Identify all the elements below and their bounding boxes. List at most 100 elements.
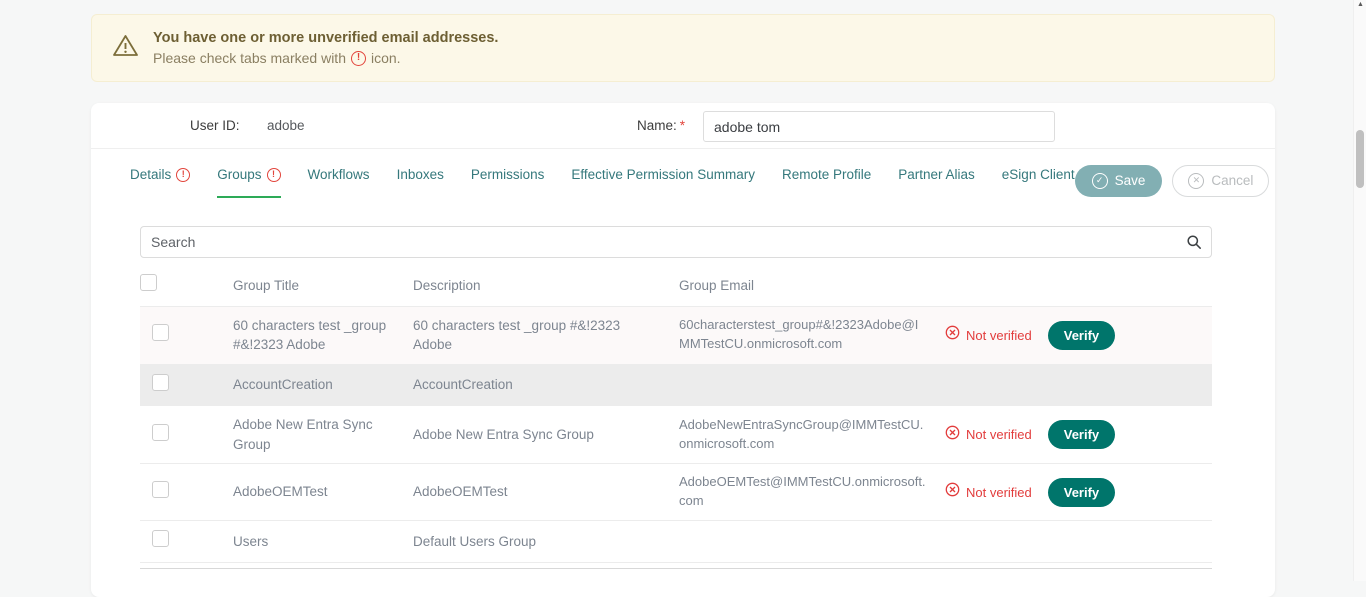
tab-label: Inboxes [397,167,444,182]
search-input[interactable] [140,226,1212,258]
warning-triangle-icon [112,33,139,63]
verify-button[interactable]: Verify [1048,321,1115,350]
required-asterisk: * [680,118,685,133]
tab-label: Permissions [471,167,545,182]
group-email-cell: AdobeOEMTest@IMMTestCU.onmicrosoft.com [679,464,945,520]
groups-table: Group Title Description Group Email 60 c… [140,265,1212,569]
save-button[interactable]: ✓ Save [1075,165,1163,197]
action-buttons: ✓ Save ✕ Cancel [1075,165,1270,197]
unverified-email-banner: You have one or more unverified email ad… [91,14,1275,82]
group-email-cell [679,532,945,550]
tab-label: eSign Client [1002,167,1075,182]
not-verified-icon [945,482,960,502]
save-button-label: Save [1115,173,1146,188]
search-icon[interactable] [1186,234,1202,250]
groups-tab-content: Group Title Description Group Email 60 c… [91,226,1275,569]
description-cell: AdobeOEMTest [413,473,679,511]
alert-icon: ! [267,168,281,182]
checkbox-cell [140,521,233,562]
banner-subtitle-suffix: icon. [371,50,401,66]
verify-button[interactable]: Verify [1048,420,1115,449]
description-cell: AccountCreation [413,366,679,404]
description-cell: Adobe New Entra Sync Group [413,416,679,454]
group-title-cell: AccountCreation [233,366,413,404]
tab-partner-alias[interactable]: Partner Alias [898,163,975,198]
tab-remote-profile[interactable]: Remote Profile [782,163,871,198]
row-checkbox[interactable] [152,424,169,441]
status-badge: Not verified [966,485,1032,500]
user-detail-card: User ID: adobe Name:* Details ! Groups !… [91,103,1275,597]
table-header-row: Group Title Description Group Email [140,265,1212,307]
tab-details[interactable]: Details ! [130,163,190,198]
close-icon: ✕ [1188,173,1204,189]
alert-icon: ! [351,51,366,66]
status-badge: Not verified [966,427,1032,442]
group-email-cell [679,376,945,394]
table-row: Users Default Users Group [140,521,1212,563]
table-row: AccountCreation AccountCreation [140,365,1212,407]
scrollbar-track[interactable]: ▲ [1353,0,1366,581]
banner-subtitle-prefix: Please check tabs marked with [153,50,346,66]
not-verified-icon [945,325,960,345]
tab-label: Groups [217,167,261,182]
group-email-cell: 60characterstest_group#&!2323Adobe@IMMTe… [679,307,945,363]
user-header: User ID: adobe Name:* [91,103,1275,149]
group-title-cell: Users [233,523,413,561]
alert-icon: ! [176,168,190,182]
name-label: Name:* [637,118,685,133]
tab-permissions[interactable]: Permissions [471,163,545,198]
check-icon: ✓ [1092,173,1108,189]
tab-groups[interactable]: Groups ! [217,163,280,198]
scrollbar-up-arrow[interactable]: ▲ [1357,1,1364,8]
tab-bar: Details ! Groups ! Workflows Inboxes Per… [91,149,1275,198]
verification-cell: Not verified Verify [945,413,1212,456]
tab-label: Workflows [308,167,370,182]
tab-label: Effective Permission Summary [571,167,755,182]
user-id-value: adobe [267,118,305,133]
cancel-button-label: Cancel [1211,173,1253,188]
tab-workflows[interactable]: Workflows [308,163,370,198]
column-header-actions [945,276,1212,294]
name-input[interactable] [703,111,1055,142]
verify-button[interactable]: Verify [1048,478,1115,507]
table-bottom-edge [140,563,1212,569]
row-checkbox[interactable] [152,374,169,391]
description-cell: Default Users Group [413,523,679,561]
page-container: You have one or more unverified email ad… [91,14,1275,597]
tab-label: Details [130,167,171,182]
verification-cell [945,534,1212,548]
tab-esign-client[interactable]: eSign Client [1002,163,1075,198]
banner-title: You have one or more unverified email ad… [153,30,498,46]
verification-cell [945,378,1212,392]
banner-subtitle: Please check tabs marked with ! icon. [153,50,498,66]
tabs: Details ! Groups ! Workflows Inboxes Per… [130,163,1075,198]
tab-inboxes[interactable]: Inboxes [397,163,444,198]
row-checkbox[interactable] [152,481,169,498]
header-checkbox-cell [140,265,233,306]
select-all-checkbox[interactable] [140,274,157,291]
verification-cell: Not verified Verify [945,471,1212,514]
description-cell: 60 characters test _group #&!2323 Adobe [413,307,679,364]
checkbox-cell [140,415,233,456]
not-verified-icon [945,425,960,445]
name-label-text: Name: [637,118,677,133]
tab-effective-permission-summary[interactable]: Effective Permission Summary [571,163,755,198]
table-row: Adobe New Entra Sync Group Adobe New Ent… [140,406,1212,464]
column-header-group-title: Group Title [233,267,413,305]
verification-cell: Not verified Verify [945,314,1212,357]
banner-text: You have one or more unverified email ad… [153,30,498,66]
tab-label: Partner Alias [898,167,975,182]
status-badge: Not verified [966,328,1032,343]
group-email-cell: AdobeNewEntraSyncGroup@IMMTestCU.onmicro… [679,407,945,463]
checkbox-cell [140,365,233,406]
row-checkbox[interactable] [152,324,169,341]
user-id-label: User ID: [190,118,240,133]
scrollbar-thumb[interactable] [1356,130,1364,188]
checkbox-cell [140,472,233,513]
column-header-description: Description [413,267,679,305]
column-header-group-email: Group Email [679,267,945,305]
cancel-button[interactable]: ✕ Cancel [1172,165,1269,197]
checkbox-cell [140,315,233,356]
row-checkbox[interactable] [152,530,169,547]
group-title-cell: Adobe New Entra Sync Group [233,406,413,463]
